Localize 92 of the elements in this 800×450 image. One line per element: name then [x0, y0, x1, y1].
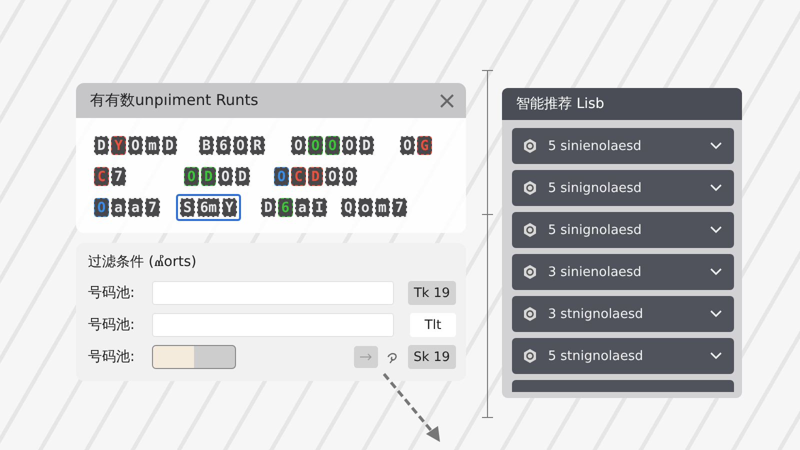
- tile-group[interactable]: O D O D: [180, 163, 254, 190]
- character-tile: a: [128, 198, 143, 217]
- tile-group[interactable]: Q o m 7: [336, 194, 411, 221]
- character-tile: S: [180, 198, 195, 217]
- field-label: 号码池:: [88, 316, 136, 334]
- range-field[interactable]: [152, 345, 236, 369]
- tile-group[interactable]: O O O O D: [287, 132, 378, 159]
- badge-icon: [522, 138, 538, 154]
- character-tile: O: [308, 136, 323, 155]
- character-tile: D: [308, 167, 323, 186]
- character-tile: 6: [216, 136, 231, 155]
- chevron-down-icon: [710, 142, 722, 150]
- tile-group[interactable]: D Y O m D: [90, 132, 181, 159]
- character-tile: 6: [278, 198, 293, 217]
- character-tile: 6m: [197, 198, 220, 217]
- field-label: 号码池:: [88, 348, 136, 366]
- close-button[interactable]: [438, 92, 456, 110]
- chevron-down-icon: [710, 184, 722, 192]
- character-tile: O: [400, 136, 415, 155]
- badge-icon: [522, 264, 538, 280]
- character-tile: O: [218, 167, 233, 186]
- character-tile: O: [291, 136, 306, 155]
- list-item[interactable]: 3 sinienolaesd: [512, 254, 734, 290]
- chevron-down-icon: [710, 226, 722, 234]
- item-label: 5 sinignolaesd: [548, 180, 643, 196]
- list-item[interactable]: 5 stnignolaesd: [512, 338, 734, 374]
- character-tile: m: [145, 136, 160, 155]
- character-tile: D: [162, 136, 177, 155]
- tile-group[interactable]: O G: [396, 132, 436, 159]
- arrow-right-icon: [358, 353, 373, 361]
- list-item[interactable]: 5 sinignolaesd: [512, 170, 734, 206]
- dialog-title: 有有数unpıiment Runts: [90, 91, 258, 110]
- character-tile: o: [358, 198, 373, 217]
- character-tile: O: [342, 136, 357, 155]
- character-tile: 7: [111, 167, 126, 186]
- character-tile: O: [274, 167, 289, 186]
- character-tile: C: [94, 167, 109, 186]
- character-tile: I: [312, 198, 327, 217]
- chevron-down-icon: [710, 352, 722, 360]
- filter-title: 过滤条件 (Ⰼorts): [88, 253, 198, 271]
- input-field[interactable]: [152, 313, 394, 337]
- panel-title: 智能推荐 Lisb: [516, 95, 604, 113]
- item-label: 3 stnignolaesd: [548, 306, 644, 322]
- input-field[interactable]: [152, 281, 394, 305]
- character-tile: a: [111, 198, 126, 217]
- list-item[interactable]: 5 sinignolaesd: [512, 212, 734, 248]
- character-tile: D: [359, 136, 374, 155]
- chevron-down-icon: [710, 310, 722, 318]
- character-tile: B: [199, 136, 214, 155]
- badge-icon: [522, 306, 538, 322]
- character-tile: O: [325, 167, 340, 186]
- character-tile: D: [260, 198, 276, 217]
- item-label: 3 sinienolaesd: [548, 264, 642, 280]
- value-button[interactable]: Tlt: [410, 313, 456, 337]
- tile-group[interactable]: O C D O O: [270, 163, 361, 190]
- character-tile: R: [250, 136, 265, 155]
- item-label: 5 sinignolaesd: [548, 222, 643, 238]
- arrow-button[interactable]: [354, 346, 378, 368]
- character-tile: Y: [222, 198, 237, 217]
- chevron-down-icon: [710, 268, 722, 276]
- value-button[interactable]: Tk 19: [408, 281, 456, 305]
- tile-group[interactable]: O a a 7: [90, 194, 164, 221]
- tile-group[interactable]: S 6m Y: [176, 194, 241, 221]
- badge-icon: [522, 222, 538, 238]
- character-tile: O: [184, 167, 199, 186]
- tile-group[interactable]: C 7: [90, 163, 130, 190]
- value-button[interactable]: Sk 19: [408, 345, 456, 369]
- list-item[interactable]: 3 stnignolaesd: [512, 296, 734, 332]
- character-tile: C: [291, 167, 306, 186]
- character-tile: G: [417, 136, 432, 155]
- item-label: 5 sinienolaesd: [548, 138, 642, 154]
- character-tile: O: [342, 167, 357, 186]
- list-item[interactable]: 5 sinienolaesd: [512, 128, 734, 164]
- character-tile: O: [325, 136, 340, 155]
- character-tile: D: [235, 167, 250, 186]
- character-tile: O: [94, 198, 109, 217]
- tile-group[interactable]: B 6 O R: [195, 132, 269, 159]
- character-tile: m: [374, 198, 390, 217]
- character-tile: O: [128, 136, 143, 155]
- badge-icon: [522, 180, 538, 196]
- character-tile: O: [233, 136, 248, 155]
- character-tile: Q: [340, 198, 356, 217]
- character-tile: 7: [145, 198, 160, 217]
- character-tile: 7: [392, 198, 407, 217]
- character-tile: D: [201, 167, 216, 186]
- badge-icon: [522, 348, 538, 364]
- character-tile: a: [294, 198, 310, 217]
- tile-group[interactable]: D 6 a I: [256, 194, 331, 221]
- character-tile: Y: [111, 136, 126, 155]
- item-label: 5 stnignolaesd: [548, 348, 644, 364]
- character-tile: D: [94, 136, 109, 155]
- field-label: 号码池:: [88, 284, 136, 302]
